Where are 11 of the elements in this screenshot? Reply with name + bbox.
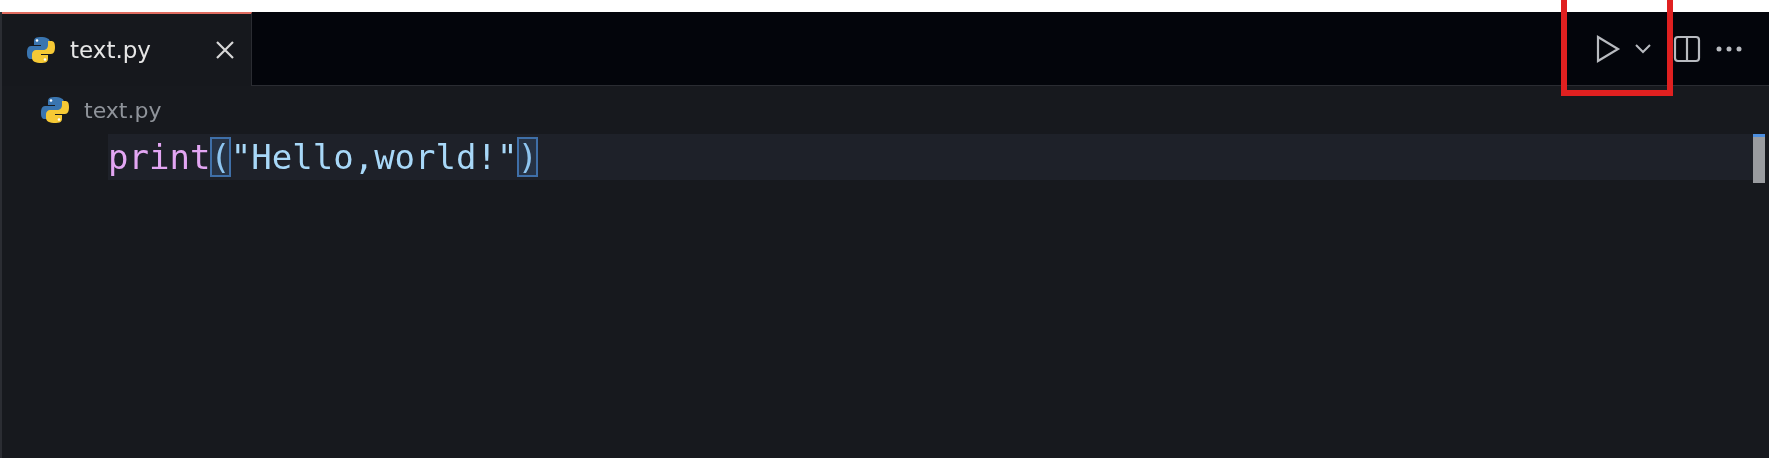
code-token: "Hello,world!" bbox=[230, 137, 518, 177]
python-icon bbox=[40, 95, 70, 125]
breadcrumb[interactable]: text.py bbox=[84, 97, 162, 123]
bracket: ( bbox=[210, 137, 231, 177]
code-token: print bbox=[108, 137, 211, 177]
scrollbar[interactable] bbox=[1753, 134, 1765, 183]
dropdown-button[interactable] bbox=[1633, 41, 1653, 56]
editor-tab[interactable]: text.py bbox=[2, 12, 252, 86]
bracket: ) bbox=[517, 137, 538, 177]
close-icon[interactable] bbox=[215, 40, 235, 60]
python-icon bbox=[26, 35, 56, 65]
